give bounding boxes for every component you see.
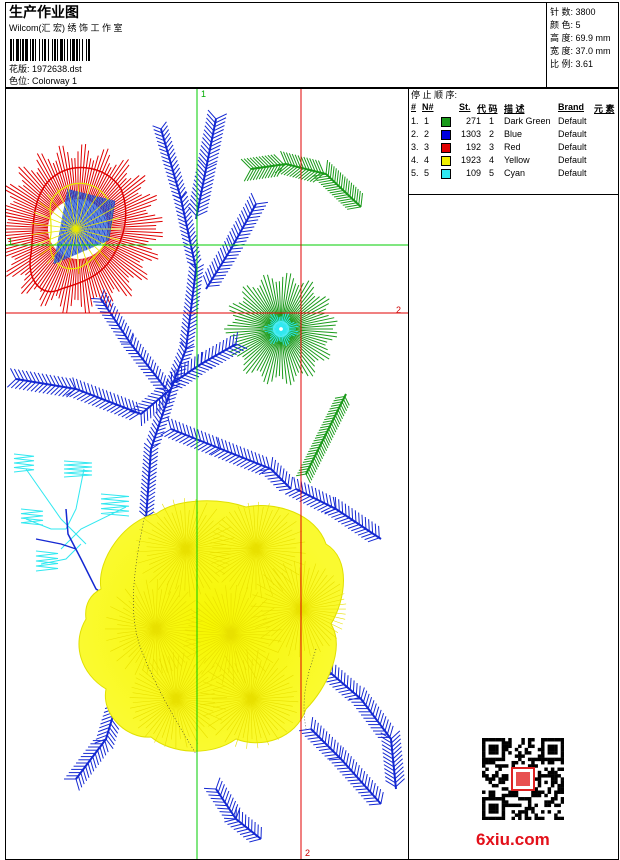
file-name-line: 花版: 1972638.dst xyxy=(9,64,82,75)
file-label: 花版: xyxy=(9,64,30,74)
col-header-code: 代 码 xyxy=(477,104,498,114)
company-name: Wilcom(汇 宏) 绣 饰 工 作 室 xyxy=(9,23,123,33)
row-brand: Default xyxy=(558,142,587,152)
col-header-description: 描 述 xyxy=(504,104,525,114)
stats-panel: 针 数: 3800 颜 色: 5 高 度: 69.9 mm 宽 度: 37.0 … xyxy=(546,3,620,89)
row-code: 5 xyxy=(489,168,495,178)
row-stitches: 1303 xyxy=(460,129,481,139)
row-stitches: 192 xyxy=(465,142,481,152)
col-header-element: 元 素 xyxy=(594,104,615,114)
green-leaf-small xyxy=(296,393,350,484)
row-description: Yellow xyxy=(504,155,530,165)
yellow-flower xyxy=(78,498,347,755)
row-brand: Default xyxy=(558,155,587,165)
red-guide-label-bottom: 2 xyxy=(305,848,310,858)
row-description: Red xyxy=(504,142,521,152)
design-height: 69.9 mm xyxy=(575,33,611,43)
table-row: 5. 5 109 5 Cyan Default xyxy=(409,167,618,180)
row-brand: Default xyxy=(558,129,587,139)
stitch-count: 3800 xyxy=(575,7,596,17)
color-count-row: 颜 色: 5 xyxy=(550,20,581,30)
row-code: 1 xyxy=(489,116,495,126)
table-divider xyxy=(409,194,618,195)
page-title: 生产作业图 xyxy=(9,4,79,20)
row-description: Cyan xyxy=(504,168,526,178)
row-number: 2 xyxy=(424,129,430,139)
colorway-name: Colorway 1 xyxy=(32,76,78,86)
watermark-tld: com xyxy=(514,830,550,849)
design-canvas: 1 1 2 2 xyxy=(5,88,409,860)
green-flower-rays xyxy=(224,272,338,386)
width-row: 宽 度: 37.0 mm xyxy=(550,46,611,56)
height-row: 高 度: 69.9 mm xyxy=(550,33,611,43)
row-number: 4 xyxy=(424,155,430,165)
row-description: Blue xyxy=(504,129,523,139)
table-row: 2. 2 1303 2 Blue Default xyxy=(409,128,618,141)
col-header-brand: Brand xyxy=(558,102,585,112)
green-flower xyxy=(224,272,338,386)
file-name: 1972638.dst xyxy=(32,64,82,74)
green-guide-label-left: 1 xyxy=(8,237,13,247)
row-number: 5 xyxy=(424,168,430,178)
color-count: 5 xyxy=(575,20,581,30)
green-guide-label-top: 1 xyxy=(201,89,206,99)
col-header-stitches: St. xyxy=(459,102,471,112)
row-description: Dark Green xyxy=(504,116,551,126)
row-index: 3. xyxy=(411,142,419,152)
row-number: 1 xyxy=(424,116,430,126)
stitch-count-row: 针 数: 3800 xyxy=(550,7,596,17)
embroidery-design: 1 1 2 2 xyxy=(6,89,408,859)
color-swatch xyxy=(441,117,451,127)
table-row: 4. 4 1923 4 Yellow Default xyxy=(409,154,618,167)
barcode-image xyxy=(10,39,147,61)
design-scale: 3.61 xyxy=(575,59,594,69)
row-index: 5. xyxy=(411,168,419,178)
green-leaf-top xyxy=(240,150,363,210)
color-swatch xyxy=(441,156,451,166)
watermark-text: 6xiu xyxy=(476,830,511,849)
table-row: 1. 1 271 1 Dark Green Default xyxy=(409,115,618,128)
design-width: 37.0 mm xyxy=(575,46,611,56)
row-brand: Default xyxy=(558,116,587,126)
color-swatch xyxy=(441,169,451,179)
header-panel: 生产作业图 Wilcom(汇 宏) 绣 饰 工 作 室 花版: 1972638.… xyxy=(5,2,620,89)
red-flower xyxy=(6,143,163,314)
row-number: 3 xyxy=(424,142,430,152)
watermark-logo: 6xiu.com xyxy=(476,830,550,850)
qr-code-image xyxy=(482,738,564,820)
red-guide-label-right: 2 xyxy=(396,305,401,315)
row-index: 2. xyxy=(411,129,419,139)
scale-row: 比 例: 3.61 xyxy=(550,59,594,69)
row-stitches: 109 xyxy=(465,168,481,178)
colorway-label: 色位: xyxy=(9,76,30,86)
colorway-line: 色位: Colorway 1 xyxy=(9,76,77,87)
row-index: 1. xyxy=(411,116,419,126)
row-stitches: 271 xyxy=(465,116,481,126)
row-stitches: 1923 xyxy=(460,155,481,165)
color-swatch xyxy=(441,143,451,153)
row-index: 4. xyxy=(411,155,419,165)
row-code: 3 xyxy=(489,142,495,152)
row-code: 4 xyxy=(489,155,495,165)
color-swatch xyxy=(441,130,451,140)
row-brand: Default xyxy=(558,168,587,178)
table-row: 3. 3 192 3 Red Default xyxy=(409,141,618,154)
col-header-index: # xyxy=(411,102,417,112)
row-code: 2 xyxy=(489,129,495,139)
col-header-number: N# xyxy=(422,102,434,112)
stop-sequence-title: 停 止 顺 序: xyxy=(411,90,458,100)
